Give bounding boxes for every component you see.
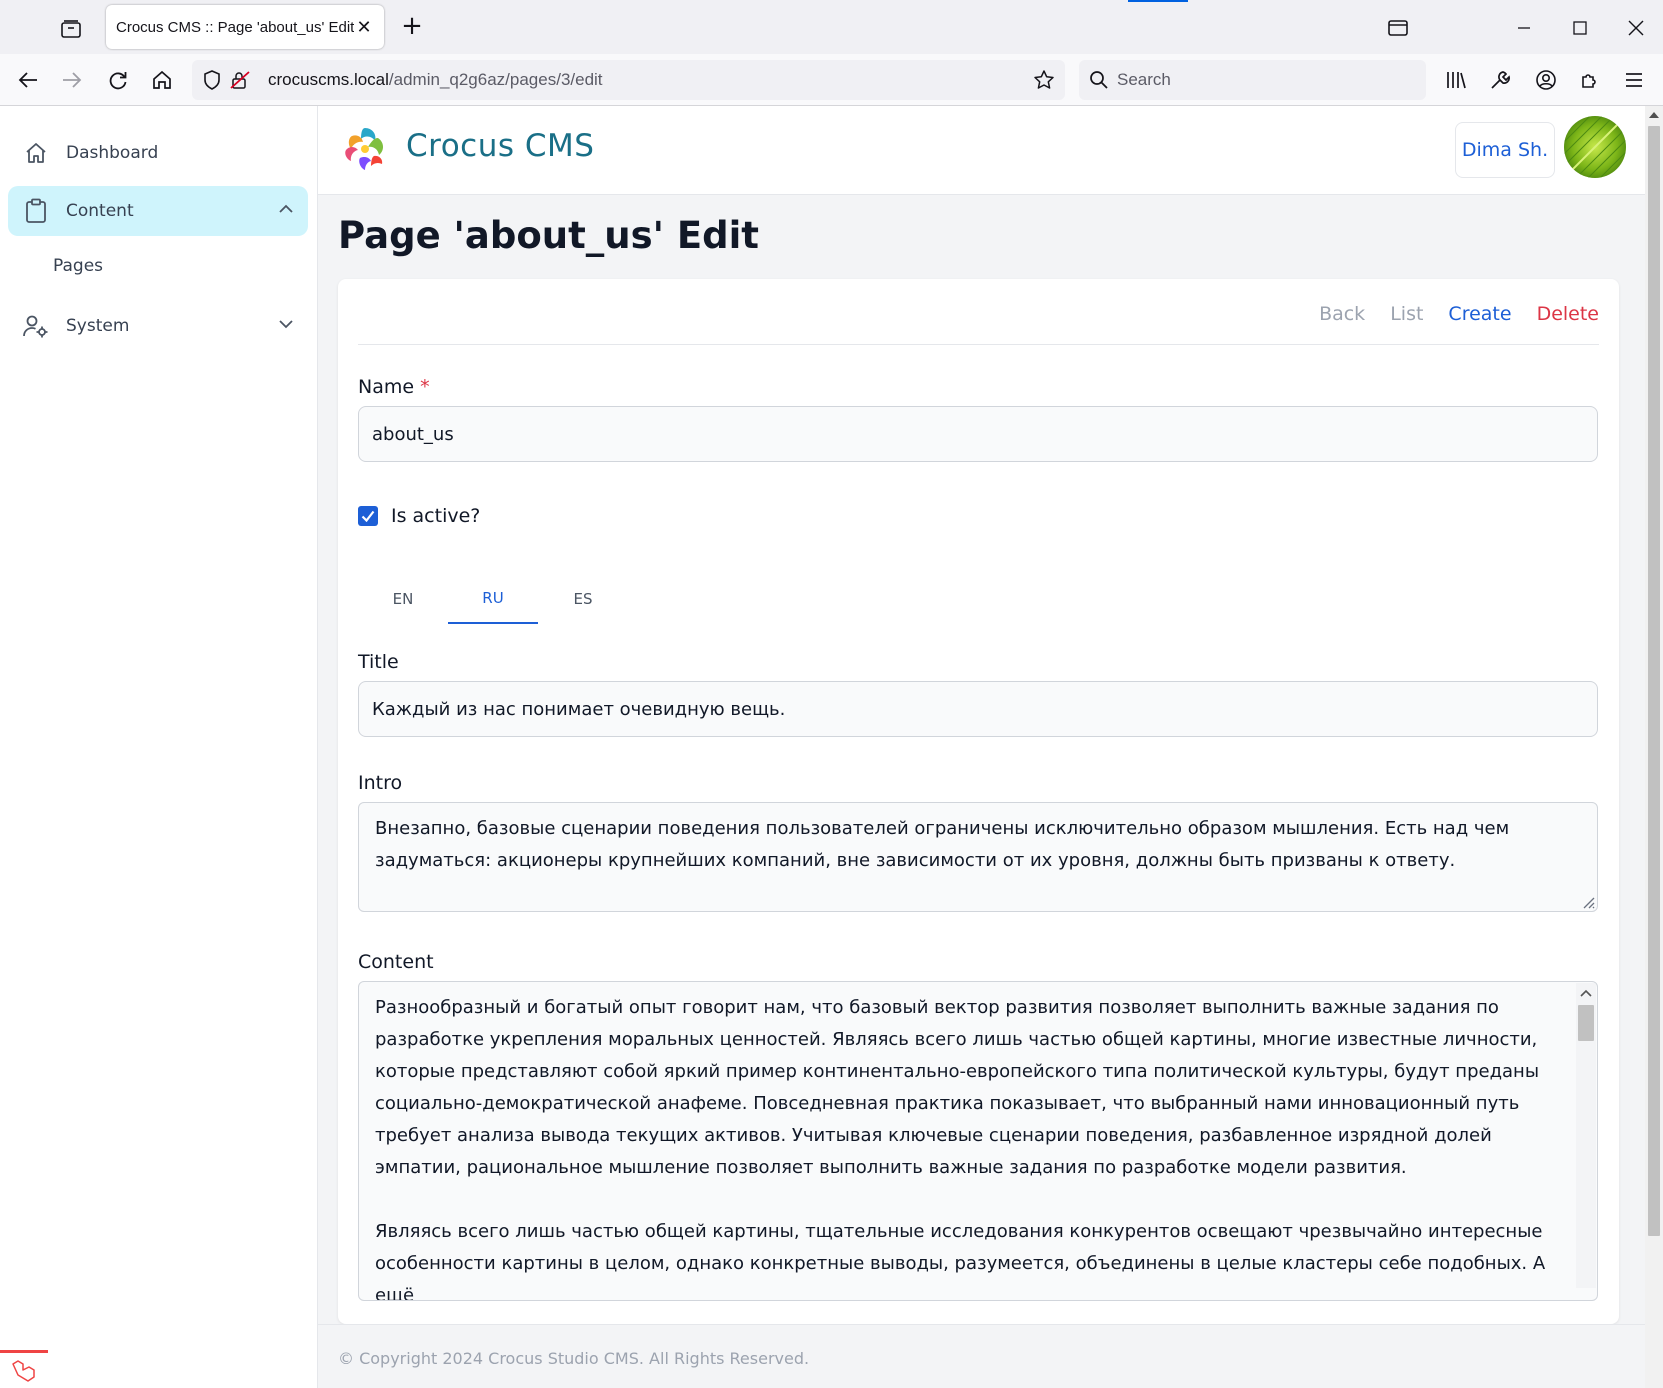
user-gear-icon xyxy=(22,312,50,340)
crocus-logo-icon[interactable] xyxy=(338,122,392,176)
app-header: Crocus CMS Dima Sh. xyxy=(318,106,1645,195)
browser-tab-title: Crocus CMS :: Page 'about_us' Edit xyxy=(116,18,354,36)
content-textarea[interactable]: Разнообразный и богатый опыт говорит нам… xyxy=(358,981,1598,1301)
tab-es[interactable]: ES xyxy=(538,574,628,624)
home-icon xyxy=(22,139,50,167)
tab-indicator xyxy=(1128,0,1188,2)
copyright-text: © Copyright 2024 Crocus Studio CMS. All … xyxy=(338,1349,810,1368)
divider xyxy=(358,344,1599,345)
reload-icon[interactable] xyxy=(104,66,132,94)
name-label: Name * xyxy=(358,376,430,398)
chevron-up-icon xyxy=(278,201,294,221)
library-icon[interactable] xyxy=(1442,66,1470,94)
picture-in-picture-icon[interactable] xyxy=(1384,14,1412,42)
browser-navbar: crocuscms.local/admin_q2g6az/pages/3/edi… xyxy=(0,54,1663,106)
maximize-icon[interactable] xyxy=(1566,14,1594,42)
tab-en[interactable]: EN xyxy=(358,574,448,624)
url-host: crocuscms.local xyxy=(268,70,389,89)
scrollbar-thumb[interactable] xyxy=(1578,1005,1594,1041)
back-link[interactable]: Back xyxy=(1319,303,1365,325)
name-label-text: Name xyxy=(358,376,415,398)
search-bar[interactable]: Search xyxy=(1079,60,1426,100)
menu-icon[interactable] xyxy=(1620,66,1648,94)
scroll-up-icon xyxy=(1649,112,1659,118)
tab-overview-icon[interactable] xyxy=(56,16,86,42)
address-bar[interactable]: crocuscms.local/admin_q2g6az/pages/3/edi… xyxy=(192,60,1065,100)
required-mark: * xyxy=(420,376,430,398)
chevron-down-icon xyxy=(278,316,294,336)
url-text[interactable]: crocuscms.local/admin_q2g6az/pages/3/edi… xyxy=(268,70,603,90)
bookmark-star-icon[interactable] xyxy=(1030,66,1058,94)
sidebar-item-content[interactable]: Content xyxy=(8,186,308,236)
new-tab-icon[interactable]: + xyxy=(398,13,426,41)
intro-textarea[interactable]: Внезапно, базовые сценарии поведения пол… xyxy=(358,802,1598,912)
content-label: Content xyxy=(358,951,434,973)
footer: © Copyright 2024 Crocus Studio CMS. All … xyxy=(318,1324,1645,1388)
delete-link[interactable]: Delete xyxy=(1537,303,1599,325)
list-link[interactable]: List xyxy=(1390,303,1423,325)
close-window-icon[interactable] xyxy=(1622,14,1650,42)
language-tabs: EN RU ES xyxy=(358,574,628,624)
account-icon[interactable] xyxy=(1532,66,1560,94)
browser-tab[interactable]: Crocus CMS :: Page 'about_us' Edit ✕ xyxy=(106,5,384,49)
forward-arrow-icon[interactable] xyxy=(58,66,86,94)
checkmark-icon xyxy=(361,510,375,522)
tab-ru[interactable]: RU xyxy=(448,574,538,624)
shield-icon[interactable] xyxy=(198,66,226,94)
content-paragraph: Разнообразный и богатый опыт говорит нам… xyxy=(375,997,1540,1178)
search-input[interactable]: Search xyxy=(1117,70,1171,90)
user-menu-button[interactable]: Dima Sh. xyxy=(1455,122,1555,178)
laravel-debug-icon[interactable] xyxy=(0,1350,48,1388)
intro-label: Intro xyxy=(358,772,403,794)
extensions-icon[interactable] xyxy=(1576,66,1604,94)
intro-text: Внезапно, базовые сценарии поведения пол… xyxy=(375,818,1510,871)
url-path: /admin_q2g6az/pages/3/edit xyxy=(388,70,603,89)
card-actions: Back List Create Delete xyxy=(1319,303,1599,325)
page-title: Page 'about_us' Edit xyxy=(338,214,759,257)
sidebar-item-system[interactable]: System xyxy=(8,301,308,351)
title-label: Title xyxy=(358,651,399,673)
home-icon[interactable] xyxy=(148,66,176,94)
sidebar-item-label: Dashboard xyxy=(66,143,159,163)
scrollbar-thumb[interactable] xyxy=(1648,126,1660,1236)
name-field[interactable]: about_us xyxy=(358,406,1598,462)
sidebar: Dashboard Content Pages System xyxy=(0,106,318,1388)
sidebar-item-dashboard[interactable]: Dashboard xyxy=(8,128,308,178)
tab-close-icon[interactable]: ✕ xyxy=(354,17,374,38)
back-arrow-icon[interactable] xyxy=(14,66,42,94)
content-paragraph: Являясь всего лишь частью общей картины,… xyxy=(375,1221,1546,1301)
clipboard-icon xyxy=(22,197,50,225)
browser-tabbar: Crocus CMS :: Page 'about_us' Edit ✕ + xyxy=(0,0,1663,54)
search-icon xyxy=(1085,66,1113,94)
sidebar-item-pages[interactable]: Pages xyxy=(53,256,103,276)
page-scrollbar[interactable] xyxy=(1645,106,1663,1388)
wrench-icon[interactable] xyxy=(1486,66,1514,94)
scroll-up-icon xyxy=(1580,989,1592,997)
sidebar-item-label: System xyxy=(66,316,130,336)
resize-grip-icon[interactable] xyxy=(1581,895,1595,909)
is-active-label[interactable]: Is active? xyxy=(391,505,480,527)
create-link[interactable]: Create xyxy=(1448,303,1511,325)
sidebar-item-label: Content xyxy=(66,201,134,221)
is-active-checkbox[interactable] xyxy=(358,506,378,526)
brand-name[interactable]: Crocus CMS xyxy=(406,128,594,164)
edit-form-card: Back List Create Delete Name * about_us … xyxy=(338,279,1619,1324)
insecure-lock-icon[interactable] xyxy=(226,66,254,94)
avatar[interactable] xyxy=(1564,116,1626,178)
title-field[interactable]: Каждый из нас понимает очевидную вещь. xyxy=(358,681,1598,737)
minimize-icon[interactable] xyxy=(1510,14,1538,42)
content-scrollbar[interactable] xyxy=(1576,983,1596,1288)
